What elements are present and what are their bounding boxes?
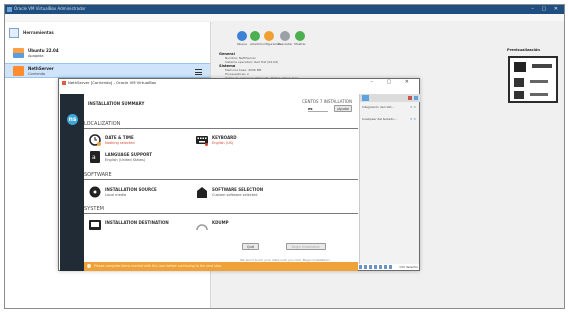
language-status: English (United States) <box>105 158 146 162</box>
installer-screen: ns INSTALLATION SUMMARY CENTOS 7 INSTALL… <box>60 94 358 271</box>
record-icon[interactable] <box>408 96 412 100</box>
window-title: Oracle VM VirtualBox Administrador <box>14 6 86 11</box>
keyboard-spoke[interactable]: KEYBOARD English (US) <box>196 134 306 148</box>
source-status: Local media <box>105 193 127 197</box>
tools-icon <box>9 28 19 38</box>
nethserver-logo: ns <box>67 114 78 125</box>
hard-drive-icon <box>89 220 101 230</box>
nethserver-vm-icon <box>13 66 24 76</box>
installation-destination-spoke[interactable]: INSTALLATION DESTINATION <box>89 219 199 233</box>
menu-bar: Archivo Máquina Ayuda <box>5 14 564 31</box>
selection-status: Custom software selected <box>212 193 258 197</box>
kdump-icon <box>196 224 208 231</box>
vm-window: NethServer [Corriendo] - Oracle VM Virtu… <box>58 78 420 271</box>
kdump-spoke[interactable]: KDUMP <box>196 219 306 233</box>
network-icon[interactable] <box>374 265 377 269</box>
source-title: INSTALLATION SOURCE <box>105 187 157 192</box>
vm-item-ubuntu[interactable]: Ubuntu 22.04 Apagada <box>5 46 210 61</box>
installer-sidebar: ns <box>60 94 84 271</box>
add-icon <box>250 31 260 41</box>
vm-menu-icon[interactable] <box>195 69 202 75</box>
help-button[interactable]: ¡Ayuda! <box>334 105 352 112</box>
selection-title: SOFTWARE SELECTION <box>212 187 264 192</box>
vm-state: Corriendo <box>28 72 46 76</box>
system-heading: SYSTEM <box>84 206 104 212</box>
monitor-icon <box>362 95 369 101</box>
hdd-icon[interactable] <box>359 265 362 269</box>
virtualbox-logo-icon <box>7 7 12 12</box>
divider <box>84 213 358 214</box>
disc-icon <box>89 186 101 198</box>
host-key-label: Ctrl derecho <box>399 265 418 269</box>
vm-side-panel: Integración del rató… ✕ ✕ Cualquier del … <box>359 94 420 264</box>
language-icon: a <box>90 151 100 163</box>
language-title: LANGUAGE SUPPORT <box>105 152 152 157</box>
keyboard-icon <box>196 136 208 146</box>
date-time-title: DATE & TIME <box>105 135 134 140</box>
optical-icon[interactable] <box>364 265 367 269</box>
warning-icon <box>87 264 91 268</box>
close-icon[interactable]: ✕ ✕ <box>410 105 416 109</box>
vm-name: Ubuntu 22.04 <box>28 48 59 53</box>
keyboard-status: English (US) <box>212 141 234 145</box>
clock-warning-icon <box>89 134 101 146</box>
vm-statusbar: Ctrl derecho <box>359 264 419 271</box>
show-button[interactable]: Mostrar <box>291 31 309 46</box>
recording-icon[interactable] <box>389 265 392 269</box>
window-controls[interactable]: – ▢ ✕ <box>531 6 561 12</box>
shared-folder-icon[interactable] <box>379 265 382 269</box>
preview-panel: Previsualización <box>505 48 560 108</box>
vm-state: Apagada <box>28 54 44 58</box>
installer-heading: INSTALLATION SUMMARY <box>88 101 145 106</box>
localization-heading: LOCALIZATION <box>84 121 121 127</box>
ubuntu-vm-icon <box>13 48 24 58</box>
usb-icon[interactable] <box>369 265 372 269</box>
preview-screen <box>508 56 558 103</box>
quit-button[interactable]: Quit <box>242 243 259 250</box>
vm-window-icon <box>62 81 66 85</box>
gear-icon <box>264 31 274 41</box>
divider <box>84 179 358 180</box>
destination-title: INSTALLATION DESTINATION <box>105 220 169 225</box>
installer-product: CENTOS 7 INSTALLATION <box>302 99 352 104</box>
title-bar: Oracle VM VirtualBox Administrador – ▢ ✕ <box>5 5 564 14</box>
vm-window-titlebar: NethServer [Corriendo] - Oracle VM Virtu… <box>59 79 419 87</box>
manager-toolbar: Nueva Añadir Configuración Descartar Mos… <box>233 31 313 51</box>
kdump-title: KDUMP <box>212 220 229 225</box>
tools-item[interactable]: Herramientas <box>9 28 209 40</box>
svg-text:a: a <box>92 154 96 161</box>
keyboard-layout-indicator[interactable]: es <box>308 107 328 112</box>
side-panel-header <box>360 94 420 102</box>
vm-window-controls[interactable]: – ▢ ✕ <box>370 79 415 85</box>
date-time-spoke[interactable]: DATE & TIME Nothing selected <box>89 134 199 148</box>
discard-icon <box>280 31 290 41</box>
show-arrow-icon <box>295 31 305 41</box>
warning-text: Please complete items marked with this i… <box>94 264 223 268</box>
close-panel-icon[interactable] <box>414 96 418 100</box>
vm-name: NethServer <box>28 66 54 71</box>
vm-item-nethserver[interactable]: NethServer Corriendo <box>5 63 210 78</box>
warning-bar: Please complete items marked with this i… <box>84 262 358 271</box>
installation-source-spoke[interactable]: INSTALLATION SOURCE Local media <box>89 186 199 200</box>
close-icon[interactable]: ✕ ✕ <box>410 117 416 121</box>
preview-title: Previsualización <box>507 48 540 52</box>
divider <box>84 128 358 129</box>
side-item[interactable]: Cualquier del teclado… ✕ ✕ <box>362 117 418 124</box>
language-support-spoke[interactable]: a LANGUAGE SUPPORT English (United State… <box>89 151 199 165</box>
software-heading: SOFTWARE <box>84 172 112 178</box>
display-icon[interactable] <box>384 265 387 269</box>
date-time-status: Nothing selected <box>105 141 135 145</box>
package-icon <box>197 187 207 198</box>
software-selection-spoke[interactable]: SOFTWARE SELECTION Custom software selec… <box>196 186 306 200</box>
begin-installation-button[interactable]: Begin Installation <box>286 243 326 250</box>
keyboard-title: KEYBOARD <box>212 135 237 140</box>
vm-window-menu: Archivo Máquina Ver Entrada Dispositivos… <box>59 87 419 103</box>
side-item[interactable]: Integración del rató… ✕ ✕ <box>362 105 418 112</box>
vm-window-title: NethServer [Corriendo] - Oracle VM Virtu… <box>68 80 157 85</box>
tools-label: Herramientas <box>23 30 54 35</box>
